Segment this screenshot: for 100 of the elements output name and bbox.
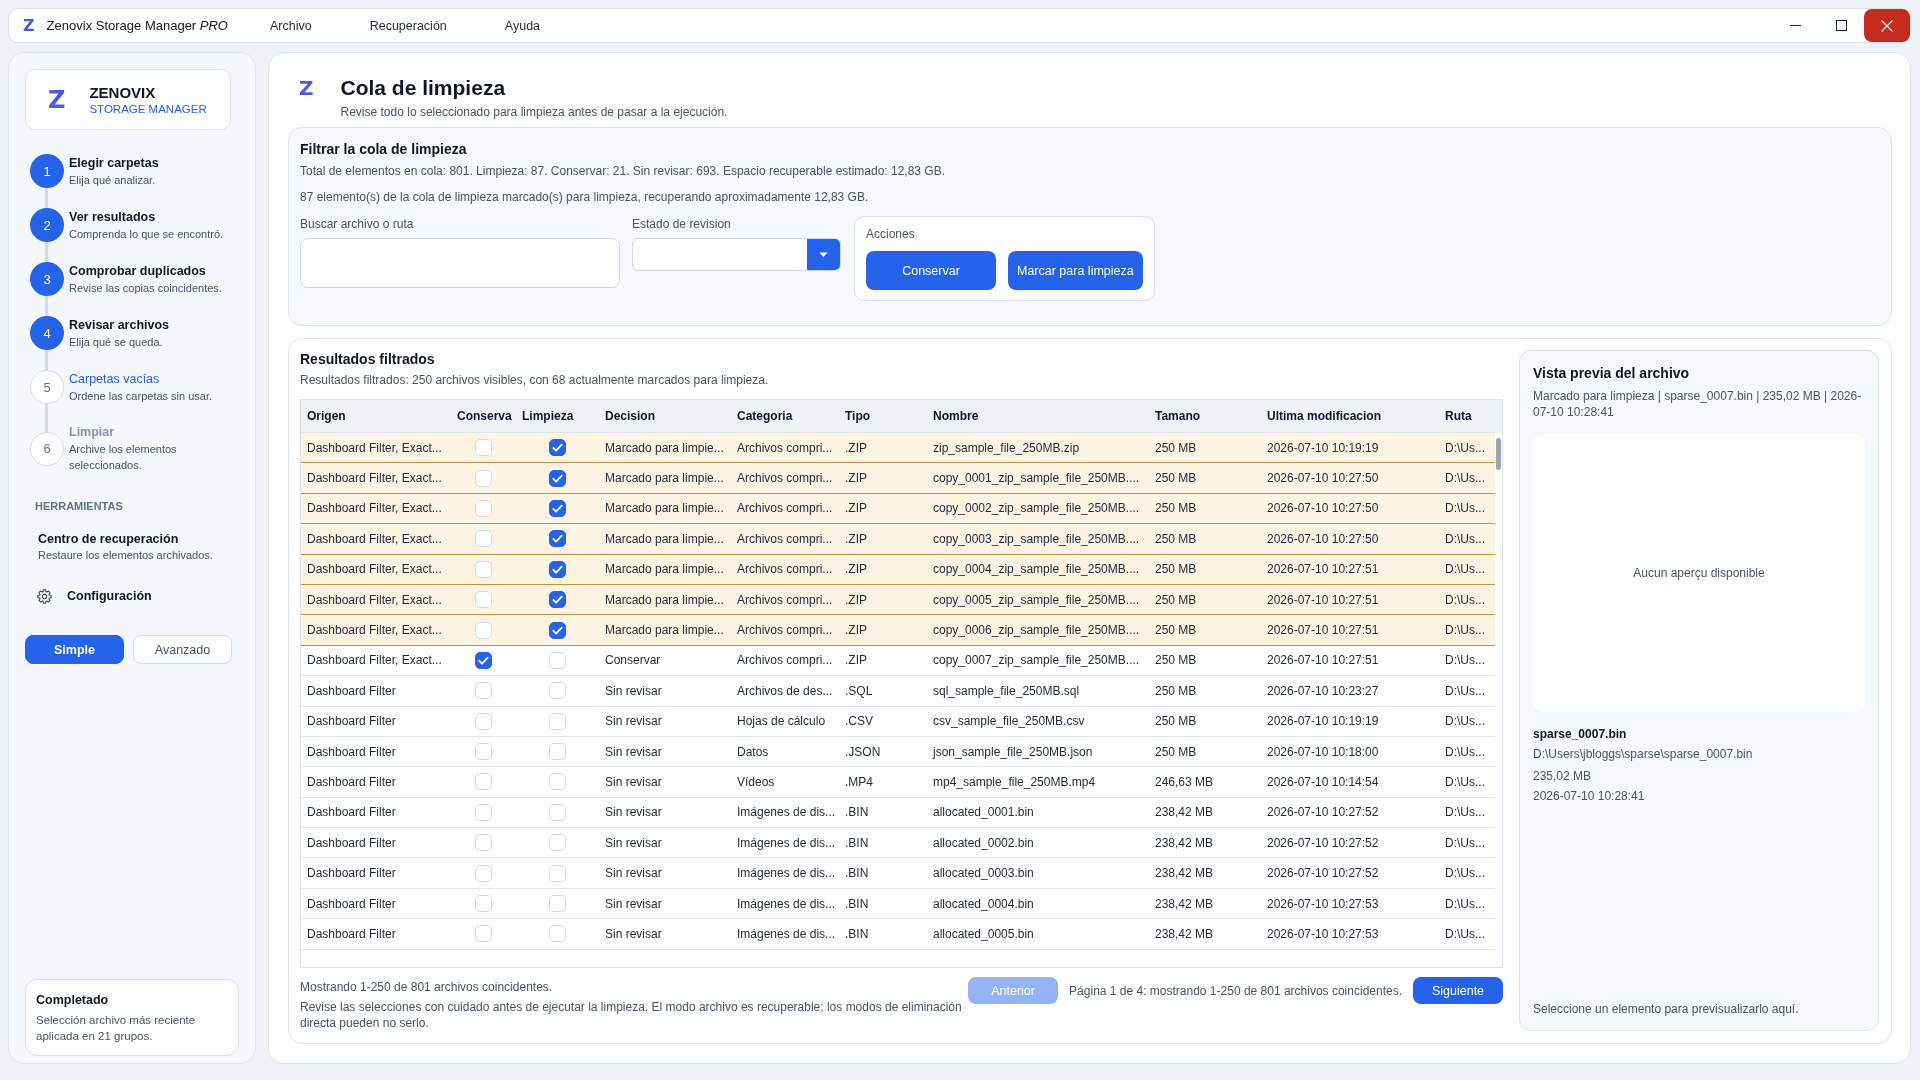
checkbox[interactable] [549, 560, 566, 578]
close-icon [1881, 19, 1893, 32]
step-link[interactable]: Ver resultados [69, 208, 156, 226]
gear-icon [37, 588, 52, 604]
table-cell: allocated_0002.bin [927, 827, 1149, 858]
table-cell: .ZIP [839, 493, 927, 524]
checkbox[interactable] [549, 469, 566, 487]
table-cell: Sin revisar [599, 706, 731, 737]
table-cell: Sin revisar [599, 797, 731, 828]
table-cell: 2026-07-10 10:27:53 [1261, 918, 1439, 950]
table-cell: Dashboard Filter [301, 857, 451, 889]
step-link[interactable]: Comprobar duplicados [69, 262, 206, 280]
menu-item[interactable]: Archivo [270, 18, 312, 33]
table-cell: .MP4 [839, 766, 927, 798]
table-cell: .CSV [839, 706, 927, 737]
table-cell: 238,42 MB [1149, 797, 1261, 828]
table-cell: 238,42 MB [1149, 888, 1261, 919]
mode-tab[interactable]: Avanzado [133, 635, 232, 664]
table-cell: csv_sample_file_250MB.csv [927, 706, 1149, 737]
table-cell: 250 MB [1149, 523, 1261, 555]
table-cell: 2026-07-10 10:27:51 [1261, 584, 1439, 615]
table-cell: Marcado para limpie... [599, 584, 731, 615]
table-cell: Dashboard Filter, Exact... [301, 614, 451, 646]
table-cell: Conservar [599, 645, 731, 676]
action-button[interactable]: Conservar [866, 251, 996, 290]
table-cell: D:\Us... [1439, 493, 1495, 524]
close-button[interactable] [1864, 9, 1910, 42]
mode-tab[interactable]: Simple [25, 635, 124, 664]
caret-down-icon[interactable] [807, 239, 840, 270]
table-cell: .ZIP [839, 614, 927, 646]
table-cell: Marcado para limpie... [599, 493, 731, 524]
table-cell: .JSON [839, 736, 927, 767]
step-number: 6 [30, 431, 64, 466]
table-cell: 2026-07-10 10:18:00 [1261, 736, 1439, 767]
table-cell: copy_0005_zip_sample_file_250MB.... [927, 584, 1149, 615]
table-cell: 250 MB [1149, 462, 1261, 494]
field-label: Buscar archivo o ruta [300, 216, 414, 232]
table-cell: json_sample_file_250MB.json [927, 736, 1149, 767]
checkbox[interactable] [475, 651, 492, 669]
panel-title: Vista previa del archivo [1533, 364, 1691, 382]
step-link[interactable]: Revisar archivos [69, 316, 170, 334]
table-cell: 238,42 MB [1149, 827, 1261, 858]
panel-title: Filtrar la cola de limpieza [300, 140, 468, 158]
table-cell: D:\Us... [1439, 432, 1495, 463]
warning-text: Revise las selecciones con cuidado antes de ejecutar la limpieza. El modo archivo es recuperable; los modos de eliminación directa pueden no serlo. [300, 999, 963, 1031]
table-cell: Imágenes de dis... [731, 918, 839, 950]
step-number: 2 [30, 208, 64, 242]
table-cell: 2026-07-10 10:27:51 [1261, 645, 1439, 676]
table-cell: .ZIP [839, 645, 927, 676]
table-cell: .ZIP [839, 554, 927, 585]
table-cell: D:\Us... [1439, 645, 1495, 676]
table-cell: 2026-07-10 10:14:54 [1261, 766, 1439, 798]
menu-item[interactable]: Ayuda [504, 18, 541, 33]
table-cell: .ZIP [839, 523, 927, 555]
scrollbar-thumb[interactable] [1496, 438, 1501, 470]
table-cell: Marcado para limpie... [599, 554, 731, 585]
checkbox[interactable] [549, 499, 566, 517]
table-cell: .BIN [839, 797, 927, 828]
checkbox[interactable] [549, 591, 566, 609]
file-size: 235,02 MB [1533, 768, 1593, 784]
step-link[interactable]: Elegir carpetas [69, 154, 159, 172]
preview-meta: Marcado para limpieza | sparse_0007.bin | 235,02 MB | 2026-07-10 10:28:41 [1533, 388, 1863, 420]
step-number: 5 [30, 370, 64, 404]
menu-item[interactable]: Recuperación [369, 18, 447, 33]
sidebar-link[interactable]: Centro de recuperación [38, 531, 179, 547]
table-cell: 250 MB [1149, 432, 1261, 463]
table-cell: 2026-07-10 10:27:52 [1261, 827, 1439, 858]
checkbox[interactable] [549, 621, 566, 639]
step-link[interactable]: Carpetas vacías [69, 370, 160, 388]
checkbox[interactable] [549, 530, 566, 548]
table-cell: D:\Us... [1439, 888, 1495, 919]
table-cell: .BIN [839, 888, 927, 919]
table-cell: Dashboard Filter [301, 736, 451, 767]
table-cell: 2026-07-10 10:19:19 [1261, 432, 1439, 463]
table-cell: 250 MB [1149, 706, 1261, 737]
table-cell: 2026-07-10 10:27:51 [1261, 554, 1439, 585]
action-button[interactable]: Marcar para limpieza [1008, 251, 1143, 290]
results-summary: Resultados filtrados: 250 archivos visibles, con 68 actualmente marcados para limpieza. [300, 372, 770, 388]
status-dropdown[interactable] [632, 238, 841, 271]
table-cell: sql_sample_file_250MB.sql [927, 675, 1149, 706]
table-cell: Dashboard Filter, Exact... [301, 432, 451, 463]
step-description: Elija qué analizar. [69, 172, 156, 188]
table-cell: allocated_0004.bin [927, 888, 1149, 919]
next-button[interactable]: Siguiente [1413, 977, 1503, 1004]
table-cell: 238,42 MB [1149, 857, 1261, 889]
table-cell: Dashboard Filter, Exact... [301, 645, 451, 676]
field-label: Estado de revision [632, 216, 731, 232]
table-cell: copy_0002_zip_sample_file_250MB.... [927, 493, 1149, 524]
table-cell: 250 MB [1149, 554, 1261, 585]
minimize-icon [1789, 25, 1801, 26]
checkbox[interactable] [549, 439, 566, 457]
search-field[interactable] [300, 238, 620, 288]
table-cell: Archivos compri... [731, 645, 839, 676]
table-cell: Marcado para limpie... [599, 614, 731, 646]
brand-name: ZENOVIX [89, 82, 157, 102]
table-cell: 2026-07-10 10:27:50 [1261, 523, 1439, 555]
sidebar-link[interactable]: Configuración [37, 587, 152, 605]
step-description: Archive los elementos seleccionados. [69, 442, 178, 473]
table-cell: Archivos compri... [731, 462, 839, 494]
table-cell: allocated_0003.bin [927, 857, 1149, 889]
